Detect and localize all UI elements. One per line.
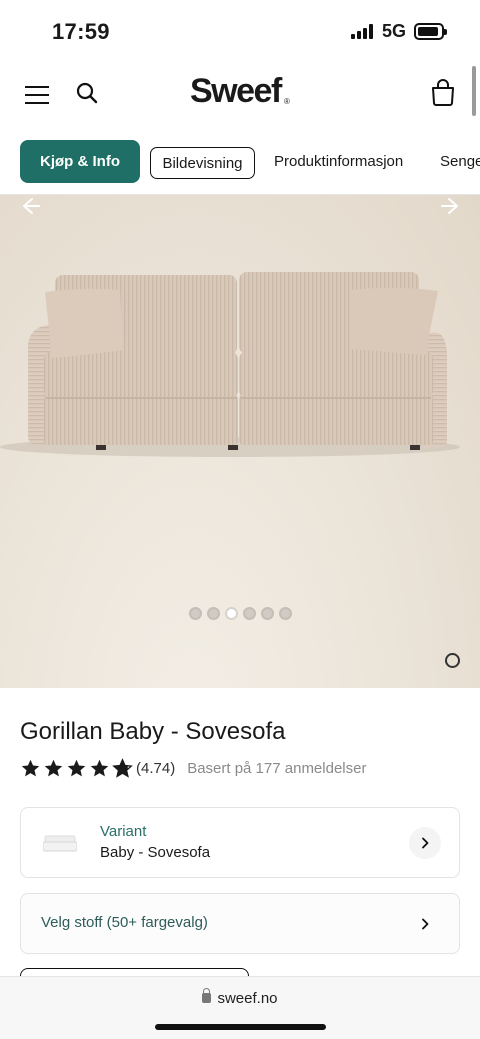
battery-icon [414,23,447,40]
review-count[interactable]: Basert på 177 anmeldelser [187,760,366,777]
scrollbar[interactable] [472,66,476,116]
signal-icon [351,24,375,39]
pagination-dot[interactable] [261,607,274,620]
variant-value: Baby - Sovesofa [100,844,211,861]
star-icon [44,759,63,776]
variant-selector[interactable]: Variant Baby - Sovesofa [20,807,460,878]
shopping-bag-icon[interactable] [430,78,456,106]
pagination-dot[interactable] [243,607,256,620]
star-rating [20,757,133,779]
rating-value: (4.74) [136,759,176,777]
variant-thumbnail [43,835,77,852]
url-text: sweef.no [217,990,278,1007]
product-title: Gorillan Baby - Sovesofa [20,718,286,745]
star-icon [90,759,109,776]
tab-senge[interactable]: Senge [440,140,480,183]
star-icon [21,759,40,776]
menu-icon[interactable] [25,86,49,104]
status-bar: 17:59 5G [0,0,480,62]
registered-mark: ® [284,97,290,106]
fabric-label: Velg stoff (50+ fargevalg) [41,914,208,931]
circle-icon[interactable] [445,653,460,668]
browser-address-bar[interactable]: sweef.no [0,976,480,1039]
lock-icon [202,988,212,1003]
pagination-dot-active[interactable] [225,607,238,620]
arrow-right-icon[interactable] [440,195,462,217]
site-logo[interactable]: Sweef [190,72,282,111]
star-partial-icon [112,757,133,778]
tab-produktinformasjon[interactable]: Produktinformasjon [274,140,403,183]
status-time: 17:59 [52,19,110,44]
pagination-dot[interactable] [279,607,292,620]
product-gallery[interactable] [0,195,480,688]
product-rating[interactable]: (4.74) Basert på 177 anmeldelser [20,757,366,779]
gallery-pagination [189,607,292,621]
home-indicator[interactable] [155,1024,326,1030]
search-icon[interactable] [76,82,98,104]
site-header: Sweef ® [0,62,480,126]
pagination-dot[interactable] [189,607,202,620]
pagination-dot[interactable] [207,607,220,620]
chevron-right-icon[interactable] [409,827,441,859]
arrow-left-icon[interactable] [19,195,41,217]
fabric-selector[interactable]: Velg stoff (50+ fargevalg) [20,893,460,954]
tab-kjop-info[interactable]: Kjøp & Info [20,140,140,183]
tab-bildevisning[interactable]: Bildevisning [150,147,255,179]
url-display[interactable]: sweef.no [0,988,480,1007]
network-label: 5G [382,21,407,41]
chevron-right-icon[interactable] [409,908,441,940]
section-tabs: Kjøp & Info Bildevisning Produktinformas… [0,140,480,186]
star-icon [67,759,86,776]
variant-label: Variant [100,823,147,840]
